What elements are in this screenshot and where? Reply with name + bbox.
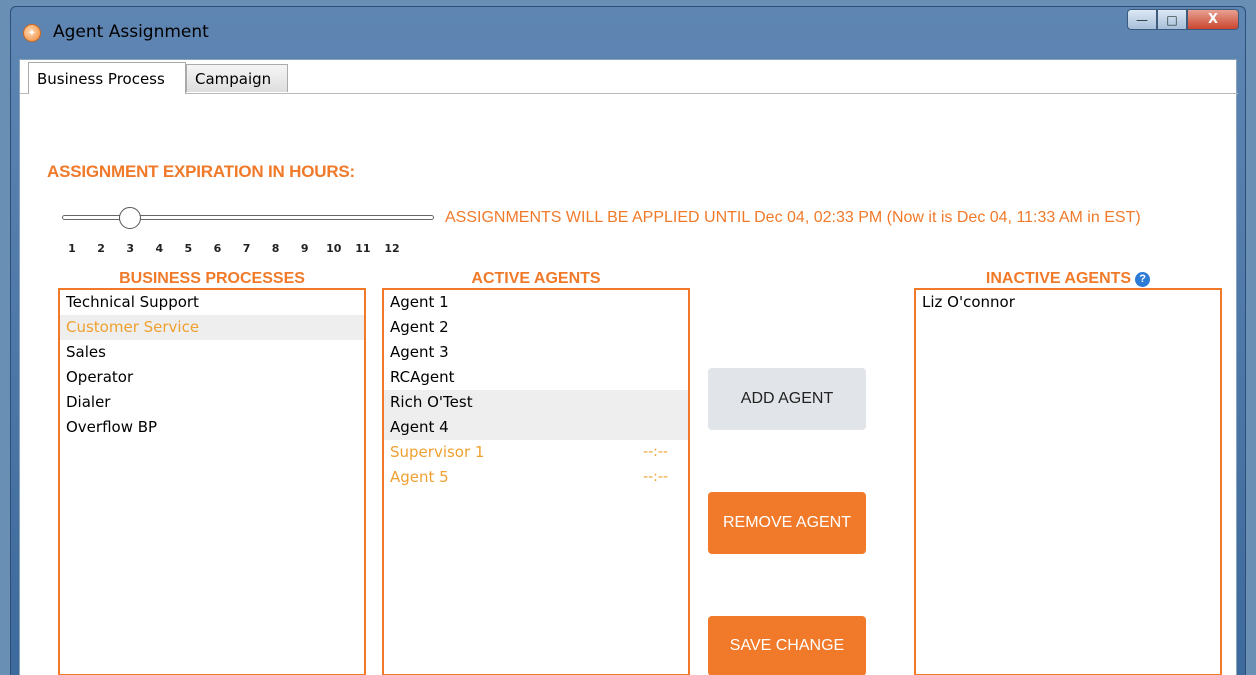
tab-business-process[interactable]: Business Process [28,62,186,94]
list-item[interactable]: Agent 3 [384,340,688,365]
active-agents-list[interactable]: Agent 1 Agent 2 Agent 3 RCAgent Rich O'T… [382,288,690,675]
list-item[interactable]: Technical Support [60,290,364,315]
apply-until-text: ASSIGNMENTS WILL BE APPLIED UNTIL Dec 04… [445,209,1141,226]
list-item[interactable]: Customer Service [60,315,364,340]
slider-tick-label: 8 [271,242,280,255]
slider-tick-label: 5 [184,242,193,255]
save-change-button[interactable]: SAVE CHANGE [708,616,866,675]
agent-name: Agent 1 [390,293,449,311]
business-processes-list[interactable]: Technical Support Customer Service Sales… [58,288,366,675]
expiration-label: ASSIGNMENT EXPIRATION IN HOURS: [47,162,356,181]
business-processes-header: BUSINESS PROCESSES [119,270,305,287]
inactive-agents-title: INACTIVE AGENTS [985,270,1132,287]
agent-name: Agent 3 [390,343,449,361]
agent-name: Agent 2 [390,318,449,336]
slider-tick-label: 4 [155,242,164,255]
maximize-button[interactable]: □ [1157,9,1187,30]
slider-track[interactable] [62,215,434,220]
slider-ticks: 1 2 3 4 5 6 7 8 9 10 11 12 [68,242,432,256]
agent-name: Supervisor 1 [390,443,485,461]
list-item[interactable]: Rich O'Test [384,390,688,415]
inactive-agents-header: INACTIVE AGENTS? [914,270,1222,288]
slider-tick-label: 10 [326,242,342,255]
inactive-agents-list[interactable]: Liz O'connor [914,288,1222,675]
slider-thumb[interactable] [119,207,142,229]
slider-tick-label: 6 [213,242,222,255]
tab-bar: Business Process Campaign [20,60,1238,94]
slider-tick-label: 9 [300,242,309,255]
agent-expiry-time: --:-- [643,469,668,485]
list-item[interactable]: Overflow BP [60,415,364,440]
client-area: Business Process Campaign ASSIGNMENT EXP… [19,59,1238,675]
agent-name: RCAgent [390,368,455,386]
list-item[interactable]: Agent 2 [384,315,688,340]
app-icon: ✦ [23,24,41,42]
list-item[interactable]: Operator [60,365,364,390]
tab-campaign[interactable]: Campaign [186,64,288,92]
list-item[interactable]: Supervisor 1 --:-- [384,440,688,465]
slider-tick-label: 3 [126,242,134,255]
slider-tick-label: 1 [68,242,76,255]
slider-tick-label: 7 [242,242,251,255]
expiration-slider[interactable] [62,207,434,229]
slider-tick-label: 11 [355,242,371,255]
agent-expiry-time: --:-- [643,444,668,460]
window-controls: — □ X [1127,9,1239,31]
slider-tick-label: 2 [97,242,105,255]
add-agent-button[interactable]: ADD AGENT [708,368,866,430]
minimize-button[interactable]: — [1127,9,1157,30]
list-item[interactable]: Agent 1 [384,290,688,315]
title-bar[interactable]: ✦ Agent Assignment — □ X [11,7,1245,59]
list-item[interactable]: Dialer [60,390,364,415]
window-title: Agent Assignment [53,22,209,42]
agent-assignment-window: ✦ Agent Assignment — □ X Business Proces… [10,6,1246,675]
agent-name: Agent 5 [390,468,449,486]
active-agents-header: ACTIVE AGENTS [471,270,601,287]
list-item[interactable]: Liz O'connor [916,290,1220,315]
agent-name: Agent 4 [390,418,449,436]
agent-name: Rich O'Test [390,393,473,411]
remove-agent-button[interactable]: REMOVE AGENT [708,492,866,554]
list-item[interactable]: Sales [60,340,364,365]
list-item[interactable]: Agent 5 --:-- [384,465,688,490]
list-item[interactable]: RCAgent [384,365,688,390]
slider-tick-label: 12 [384,242,400,255]
help-icon[interactable]: ? [1135,272,1151,287]
list-item[interactable]: Agent 4 [384,415,688,440]
close-button[interactable]: X [1187,9,1239,30]
